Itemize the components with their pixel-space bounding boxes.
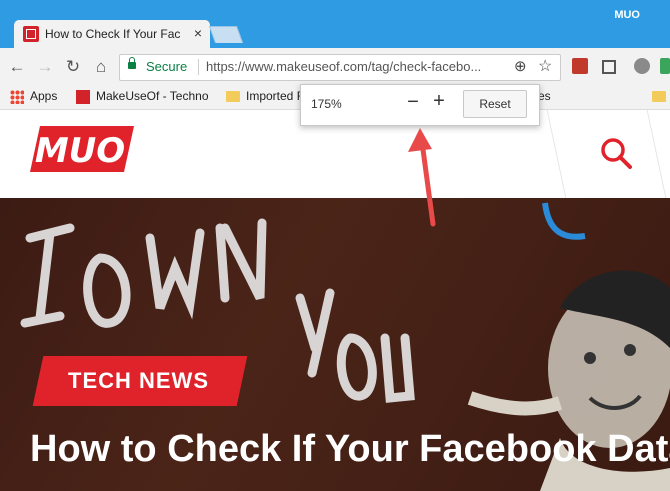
bookmark-label: Imported F	[246, 89, 300, 103]
url-text[interactable]: https://www.makeuseof.com/tag/check-face…	[206, 59, 506, 74]
apps-grid-icon	[10, 90, 24, 104]
extension-red-icon[interactable]	[572, 58, 588, 74]
search-icon[interactable]	[600, 137, 632, 169]
forward-icon[interactable]: →	[34, 56, 56, 78]
extension-gear-icon[interactable]	[634, 58, 650, 74]
folder-icon	[652, 91, 666, 102]
tag-label[interactable]: TECH NEWS	[68, 368, 209, 394]
annotation-arrow-icon	[408, 128, 436, 227]
zoom-popup: 175% − + Reset	[300, 84, 540, 126]
home-icon[interactable]: ⌂	[90, 56, 112, 78]
header-divider	[546, 110, 567, 198]
back-icon[interactable]: ←	[6, 56, 28, 78]
bookmark-makeuseof[interactable]: MakeUseOf - Techno	[74, 88, 214, 106]
web-page: MUO TECH NEWS How to Check If Your Faceb…	[0, 110, 670, 491]
reload-icon[interactable]: ↻	[62, 56, 84, 78]
new-tab-button[interactable]	[208, 26, 244, 43]
extension-copy-icon[interactable]	[602, 60, 616, 74]
bookmark-imported[interactable]: Imported F	[224, 88, 300, 106]
logo-text: MUO	[35, 131, 125, 171]
zoom-icon[interactable]: ⊕	[514, 57, 527, 75]
tab-title: How to Check If Your Fac	[45, 27, 181, 41]
zoom-reset-button[interactable]: Reset	[463, 90, 527, 118]
zoom-level: 175%	[311, 97, 342, 111]
extension-green-icon[interactable]	[660, 58, 670, 74]
bookmark-label: MakeUseOf - Techno	[96, 89, 209, 103]
address-bar[interactable]: Secure https://www.makeuseof.com/tag/che…	[119, 54, 561, 81]
profile-name[interactable]: MUO	[614, 9, 640, 21]
title-bar: MUO How to Check If Your Fac ×	[0, 0, 670, 48]
header-divider	[646, 110, 667, 198]
bookmark-star-icon[interactable]: ☆	[538, 56, 552, 76]
muo-favicon-icon	[76, 90, 90, 104]
zoom-in-button[interactable]: +	[429, 90, 449, 113]
omnibox-divider	[198, 59, 199, 75]
folder-icon	[226, 91, 240, 102]
bookmark-apps[interactable]: Apps	[8, 88, 68, 106]
hero-image[interactable]: TECH NEWS How to Check If Your Facebook …	[0, 198, 670, 491]
browser-toolbar: ← → ↻ ⌂ Secure https://www.makeuseof.com…	[0, 48, 670, 85]
zoom-out-button[interactable]: −	[403, 91, 423, 114]
browser-tab[interactable]: How to Check If Your Fac ×	[14, 20, 210, 48]
muo-favicon-icon	[23, 26, 39, 42]
close-tab-icon[interactable]: ×	[194, 25, 202, 41]
lock-icon	[128, 57, 136, 69]
article-headline[interactable]: How to Check If Your Facebook Data Was S…	[30, 426, 670, 472]
secure-label: Secure	[146, 59, 188, 74]
muo-logo[interactable]: MUO	[30, 124, 134, 174]
bookmark-label: Apps	[30, 89, 58, 103]
bookmark-folder-overflow[interactable]	[650, 88, 670, 106]
